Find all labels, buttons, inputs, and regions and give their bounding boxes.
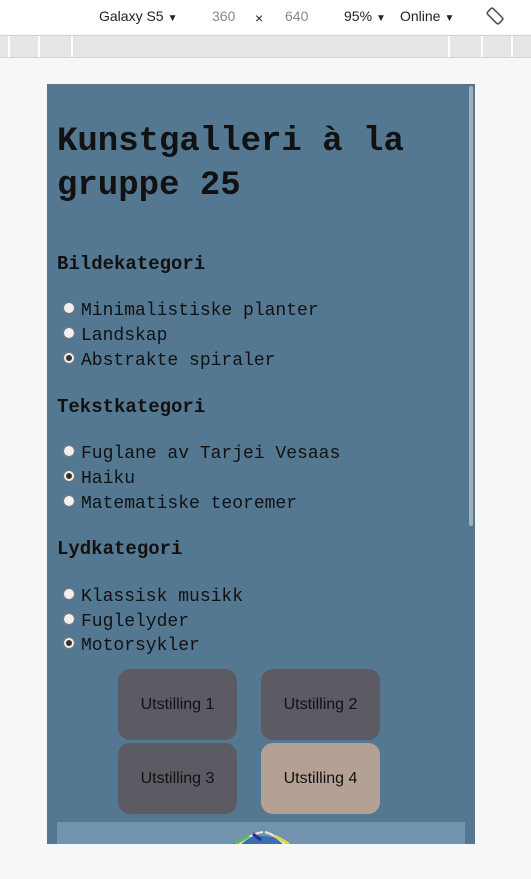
radio-button[interactable] [63,495,75,507]
device-toolbar: Galaxy S5 ▼ 360 × 640 95% ▼ Online ▼ [0,0,531,34]
radio-label: Abstrakte spiraler [81,351,276,371]
device-select[interactable]: Galaxy S5 ▼ [99,8,178,24]
radio-button[interactable] [63,327,75,339]
device-viewport: Kunstgalleri à la gruppe 25 Bildekategor… [47,84,475,844]
exhibition-4-button[interactable]: Utstilling 4 [261,743,380,814]
device-label: Galaxy S5 [99,8,164,24]
radio-text-option[interactable]: Haiku [63,467,135,491]
times-icon: × [255,10,264,26]
radio-label: Matematiske teoremer [81,494,298,514]
exhibition-1-button[interactable]: Utstilling 1 [118,669,237,740]
exhibition-3-button[interactable]: Utstilling 3 [118,743,237,814]
zoom-select[interactable]: 95% ▼ [344,8,386,24]
artwork-frame [57,822,465,844]
radio-button[interactable] [63,445,75,457]
radio-image-option[interactable]: Landskap [63,324,167,348]
radio-label: Minimalistiske planter [81,301,319,321]
radio-button[interactable] [63,588,75,600]
radio-image-option[interactable]: Minimalistiske planter [63,299,319,323]
network-label: Online [400,8,441,24]
rotate-icon[interactable] [485,6,505,26]
image-category-heading: Bildekategori [57,253,206,275]
chevron-down-icon: ▼ [376,13,386,24]
radio-label: Fuglelyder [81,612,190,632]
radio-text-option[interactable]: Fuglane av Tarjei Vesaas [63,442,340,466]
radio-sound-option[interactable]: Klassisk musikk [63,585,243,609]
exhibition-2-button[interactable]: Utstilling 2 [261,669,380,740]
scrollbar[interactable] [469,86,473,526]
radio-sound-option[interactable]: Motorsykler [63,634,200,658]
text-category-heading: Tekstkategori [57,396,206,418]
radio-label: Motorsykler [81,636,200,656]
page-title: Kunstgalleri à la gruppe 25 [57,123,404,205]
zoom-label: 95% [344,8,373,24]
spiral-artwork-image [232,831,290,844]
radio-button[interactable] [63,302,75,314]
chevron-down-icon: ▼ [167,13,178,24]
media-query-bar[interactable] [0,35,531,58]
radio-button[interactable] [63,637,75,649]
radio-button[interactable] [63,470,75,482]
radio-text-option[interactable]: Matematiske teoremer [63,492,297,516]
radio-label: Fuglane av Tarjei Vesaas [81,444,341,464]
radio-image-option[interactable]: Abstrakte spiraler [63,349,275,373]
sound-category-heading: Lydkategori [57,538,183,560]
network-select[interactable]: Online ▼ [400,8,454,24]
height-input[interactable]: 640 [285,8,308,24]
radio-label: Landskap [81,326,168,346]
radio-label: Klassisk musikk [81,587,244,607]
width-input[interactable]: 360 [212,8,235,24]
radio-button[interactable] [63,352,75,364]
radio-button[interactable] [63,613,75,625]
chevron-down-icon: ▼ [444,13,455,24]
radio-label: Haiku [81,469,136,489]
radio-sound-option[interactable]: Fuglelyder [63,610,189,634]
